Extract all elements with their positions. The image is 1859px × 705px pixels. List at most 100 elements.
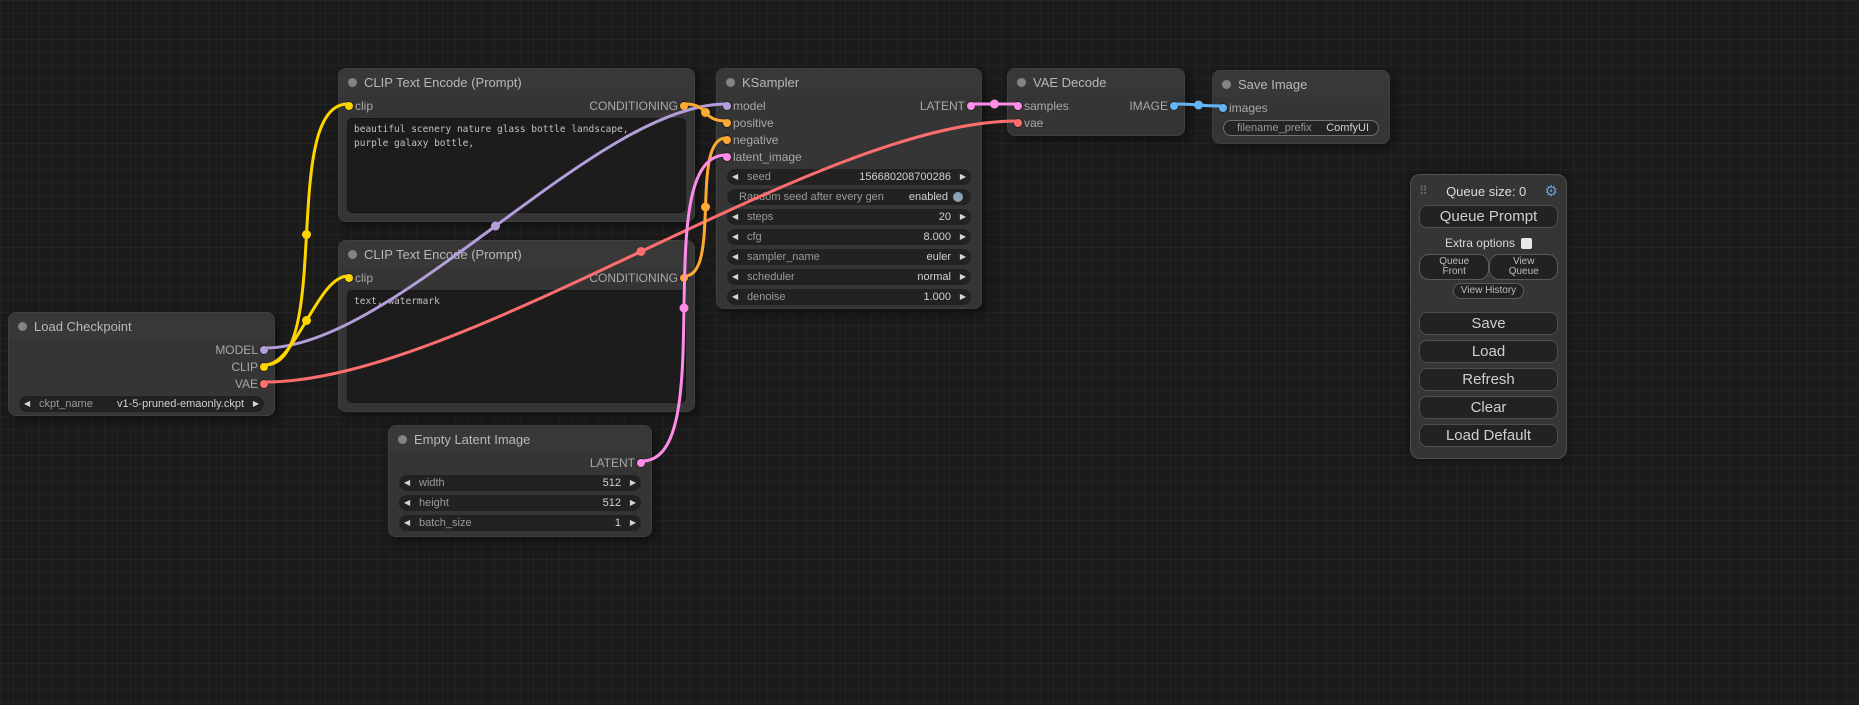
node-header[interactable]: Save Image	[1213, 71, 1389, 97]
node-title: CLIP Text Encode (Prompt)	[364, 75, 522, 90]
decrement-arrow-icon[interactable]: ◀	[732, 233, 743, 241]
decrement-arrow-icon[interactable]: ◀	[24, 400, 35, 408]
clear-button[interactable]: Clear	[1419, 396, 1558, 419]
increment-arrow-icon[interactable]: ▶	[625, 519, 636, 527]
collapse-button[interactable]	[726, 78, 735, 87]
output-port-conditioning[interactable]	[680, 102, 688, 110]
node-header[interactable]: KSampler	[717, 69, 981, 95]
output-label-conditioning: CONDITIONING	[589, 271, 678, 285]
input-port-clip[interactable]	[345, 274, 353, 282]
collapse-button[interactable]	[348, 250, 357, 259]
prompt-textarea[interactable]: beautiful scenery nature glass bottle la…	[347, 118, 686, 213]
output-label-conditioning: CONDITIONING	[589, 99, 678, 113]
scheduler-widget[interactable]: ◀ scheduler normal ▶	[727, 269, 971, 285]
collapse-button[interactable]	[18, 322, 27, 331]
output-port-conditioning[interactable]	[680, 274, 688, 282]
input-label-latent-image: latent_image	[733, 150, 802, 164]
output-port-image[interactable]	[1170, 102, 1178, 110]
ckpt-name-widget[interactable]: ◀ ckpt_name v1-5-pruned-emaonly.ckpt ▶	[19, 396, 264, 412]
widget-label: Random seed after every gen	[739, 191, 884, 203]
input-port-clip[interactable]	[345, 102, 353, 110]
save-button[interactable]: Save	[1419, 312, 1558, 335]
node-header[interactable]: Load Checkpoint	[9, 313, 274, 339]
increment-arrow-icon[interactable]: ▶	[955, 253, 966, 261]
node-save-image[interactable]: Save Image images filename_prefix ComfyU…	[1212, 70, 1390, 144]
input-label-images: images	[1229, 101, 1268, 115]
increment-arrow-icon[interactable]: ▶	[955, 273, 966, 281]
collapse-button[interactable]	[398, 435, 407, 444]
settings-gear-icon[interactable]: ⚙	[1545, 182, 1558, 200]
output-label-model: MODEL	[215, 343, 258, 357]
increment-arrow-icon[interactable]: ▶	[625, 479, 636, 487]
filename-prefix-widget[interactable]: filename_prefix ComfyUI	[1223, 120, 1379, 136]
decrement-arrow-icon[interactable]: ◀	[732, 213, 743, 221]
queue-panel: ⠿ Queue size: 0 ⚙ Queue Prompt Extra opt…	[1410, 174, 1567, 459]
steps-widget[interactable]: ◀ steps 20 ▶	[727, 209, 971, 225]
decrement-arrow-icon[interactable]: ◀	[732, 173, 743, 181]
decrement-arrow-icon[interactable]: ◀	[732, 253, 743, 261]
output-port-latent[interactable]	[637, 459, 645, 467]
view-queue-button[interactable]: View Queue	[1489, 254, 1558, 280]
widget-value: euler	[927, 251, 951, 263]
output-port-clip[interactable]	[260, 363, 268, 371]
cfg-widget[interactable]: ◀ cfg 8.000 ▶	[727, 229, 971, 245]
input-port-model[interactable]	[723, 102, 731, 110]
random-seed-toggle-widget[interactable]: Random seed after every gen enabled	[727, 189, 971, 205]
refresh-button[interactable]: Refresh	[1419, 368, 1558, 391]
collapse-button[interactable]	[1222, 80, 1231, 89]
output-label-clip: CLIP	[231, 360, 258, 374]
node-header[interactable]: Empty Latent Image	[389, 426, 651, 452]
graph-canvas[interactable]: Load Checkpoint MODEL CLIP VAE ◀ ckpt_na…	[0, 0, 1859, 705]
batch-size-widget[interactable]: ◀ batch_size 1 ▶	[399, 515, 641, 531]
collapse-button[interactable]	[1017, 78, 1026, 87]
node-clip-text-encode-negative[interactable]: CLIP Text Encode (Prompt) clip CONDITION…	[338, 240, 695, 412]
panel-drag-handle-icon[interactable]: ⠿	[1419, 184, 1428, 198]
output-port-model[interactable]	[260, 346, 268, 354]
widget-value: 156680208700286	[859, 171, 951, 183]
input-port-samples[interactable]	[1014, 102, 1022, 110]
node-empty-latent-image[interactable]: Empty Latent Image LATENT ◀ width 512 ▶ …	[388, 425, 652, 537]
increment-arrow-icon[interactable]: ▶	[955, 293, 966, 301]
increment-arrow-icon[interactable]: ▶	[955, 173, 966, 181]
input-label-model: model	[733, 99, 766, 113]
collapse-button[interactable]	[348, 78, 357, 87]
decrement-arrow-icon[interactable]: ◀	[732, 293, 743, 301]
node-header[interactable]: VAE Decode	[1008, 69, 1184, 95]
increment-arrow-icon[interactable]: ▶	[625, 499, 636, 507]
input-port-images[interactable]	[1219, 104, 1227, 112]
node-clip-text-encode-positive[interactable]: CLIP Text Encode (Prompt) clip CONDITION…	[338, 68, 695, 222]
node-header[interactable]: CLIP Text Encode (Prompt)	[339, 69, 694, 95]
node-header[interactable]: CLIP Text Encode (Prompt)	[339, 241, 694, 267]
extra-options-checkbox[interactable]	[1521, 238, 1532, 249]
output-port-vae[interactable]	[260, 380, 268, 388]
node-ksampler[interactable]: KSampler model LATENT positive negative …	[716, 68, 982, 309]
input-port-vae[interactable]	[1014, 119, 1022, 127]
prompt-textarea[interactable]: text, watermark	[347, 290, 686, 403]
sampler-name-widget[interactable]: ◀ sampler_name euler ▶	[727, 249, 971, 265]
decrement-arrow-icon[interactable]: ◀	[404, 519, 415, 527]
widget-value: 1	[615, 517, 621, 529]
widget-label: cfg	[747, 231, 762, 243]
output-label-latent: LATENT	[920, 99, 965, 113]
increment-arrow-icon[interactable]: ▶	[955, 233, 966, 241]
queue-front-button[interactable]: Queue Front	[1419, 254, 1489, 280]
input-port-negative[interactable]	[723, 136, 731, 144]
node-vae-decode[interactable]: VAE Decode samples IMAGE vae	[1007, 68, 1185, 136]
input-port-latent-image[interactable]	[723, 153, 731, 161]
queue-prompt-button[interactable]: Queue Prompt	[1419, 205, 1558, 228]
increment-arrow-icon[interactable]: ▶	[248, 400, 259, 408]
output-port-latent[interactable]	[967, 102, 975, 110]
decrement-arrow-icon[interactable]: ◀	[732, 273, 743, 281]
load-button[interactable]: Load	[1419, 340, 1558, 363]
denoise-widget[interactable]: ◀ denoise 1.000 ▶	[727, 289, 971, 305]
decrement-arrow-icon[interactable]: ◀	[404, 499, 415, 507]
height-widget[interactable]: ◀ height 512 ▶	[399, 495, 641, 511]
load-default-button[interactable]: Load Default	[1419, 424, 1558, 447]
input-port-positive[interactable]	[723, 119, 731, 127]
increment-arrow-icon[interactable]: ▶	[955, 213, 966, 221]
width-widget[interactable]: ◀ width 512 ▶	[399, 475, 641, 491]
node-load-checkpoint[interactable]: Load Checkpoint MODEL CLIP VAE ◀ ckpt_na…	[8, 312, 275, 416]
seed-widget[interactable]: ◀ seed 156680208700286 ▶	[727, 169, 971, 185]
view-history-button[interactable]: View History	[1453, 283, 1524, 299]
decrement-arrow-icon[interactable]: ◀	[404, 479, 415, 487]
